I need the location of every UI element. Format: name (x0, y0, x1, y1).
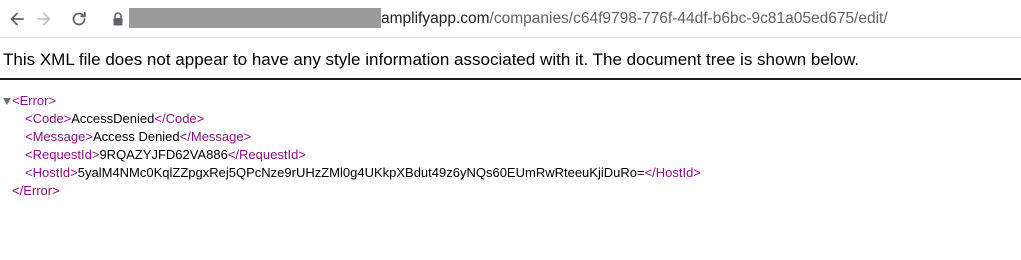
code-line: <Code>AccessDenied</Code> (25, 110, 204, 128)
address-bar[interactable]: amplifyapp.com/companies/c64f9798-776f-4… (381, 9, 888, 29)
error-close-line: </Error> (12, 182, 60, 200)
arrow-right-icon (37, 12, 51, 26)
error-open-line: <Error> (0, 92, 56, 110)
url-path: /companies/c64f9798-776f-44df-b6bc-9c81a… (489, 10, 888, 27)
reload-button[interactable] (68, 8, 90, 30)
redacted-url-segment (129, 8, 381, 28)
message-value: Access Denied (92, 129, 180, 144)
host-id-value: 5yalM4NMc0KqlZZpgxRej5QPcNze9rUHzZMl0g4U… (77, 165, 645, 180)
xml-info-banner: This XML file does not appear to have an… (0, 38, 1021, 80)
xml-info-text: This XML file does not appear to have an… (3, 50, 860, 69)
request-id-close-tag: </RequestId> (227, 147, 306, 162)
request-id-line: <RequestId>9RQAZYJFD62VA886</RequestId> (25, 146, 306, 164)
error-open-tag: <Error> (12, 93, 57, 108)
request-id-value: 9RQAZYJFD62VA886 (99, 147, 228, 162)
host-id-line: <HostId>5yalM4NMc0KqlZZpgxRej5QPcNze9rUH… (25, 164, 701, 182)
message-close-tag: </Message> (179, 129, 252, 144)
host-id-close-tag: </HostId> (644, 165, 701, 180)
host-id-open-tag: <HostId> (25, 165, 78, 180)
arrow-left-icon (10, 12, 24, 26)
back-button[interactable] (6, 8, 28, 30)
code-value: AccessDenied (71, 111, 155, 126)
forward-button[interactable] (33, 8, 55, 30)
code-open-tag: <Code> (25, 111, 72, 126)
lock-icon[interactable] (111, 11, 125, 27)
code-close-tag: </Code> (154, 111, 205, 126)
message-open-tag: <Message> (25, 129, 93, 144)
reload-icon (72, 11, 86, 26)
collapse-triangle-icon[interactable] (3, 98, 11, 105)
error-close-tag: </Error> (12, 183, 60, 198)
browser-toolbar: amplifyapp.com/companies/c64f9798-776f-4… (0, 0, 1021, 38)
url-host: amplifyapp.com (381, 10, 490, 27)
request-id-open-tag: <RequestId> (25, 147, 100, 162)
message-line: <Message>Access Denied</Message> (25, 128, 251, 146)
